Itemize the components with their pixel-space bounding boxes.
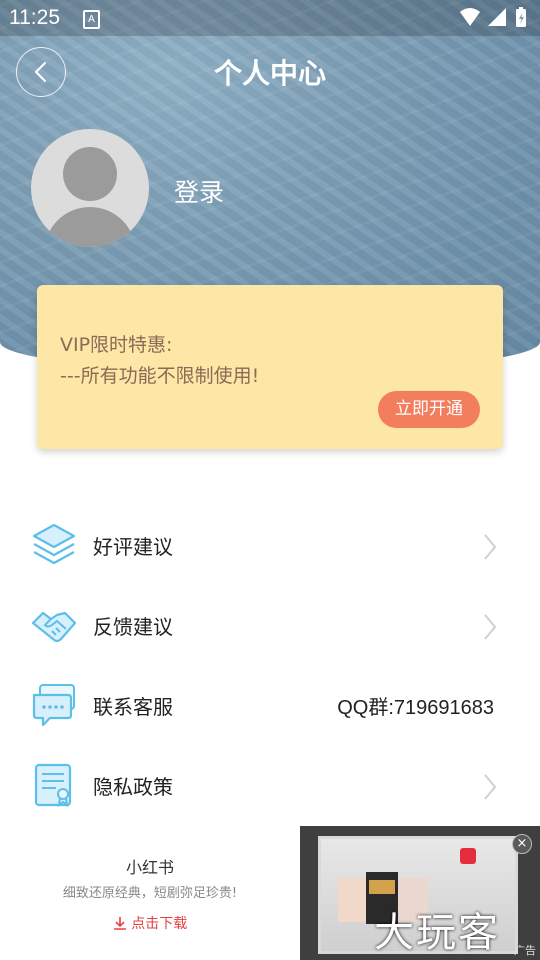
ad-download-link[interactable]: 点击下载 (0, 913, 300, 933)
chevron-right-icon (484, 534, 497, 560)
status-bar: 11:25 A (0, 0, 540, 36)
chevron-right-icon (484, 614, 497, 640)
menu-label: 联系客服 (93, 695, 173, 719)
wifi-icon (460, 8, 480, 26)
menu-item-customer-service[interactable]: 联系客服 QQ群:719691683 (0, 665, 540, 745)
chat-bubble-icon (32, 684, 75, 727)
menu-item-feedback[interactable]: 反馈建议 (0, 585, 540, 665)
ad-poster (338, 878, 366, 922)
chevron-right-icon (484, 774, 497, 800)
ad-image[interactable]: 大玩客 × 广告 (300, 826, 540, 960)
signal-icon (488, 8, 506, 26)
battery-icon (516, 7, 526, 27)
close-icon[interactable]: × (512, 834, 532, 854)
status-time: 11:25 (9, 6, 60, 29)
menu-item-privacy[interactable]: 隐私政策 (0, 745, 540, 825)
a-notification-icon: A (83, 10, 100, 29)
ad-app-name: 小红书 (125, 858, 174, 877)
vip-activate-button[interactable]: 立即开通 (378, 391, 480, 428)
avatar-body-shape (44, 207, 136, 247)
vip-subtitle: ---所有功能不限制使用! (60, 365, 260, 387)
layers-icon (32, 523, 76, 565)
menu-label: 隐私政策 (93, 775, 173, 799)
menu-label: 好评建议 (93, 535, 173, 559)
page-title: 个人中心 (213, 57, 326, 90)
system-icons (458, 6, 530, 34)
ad-description: 细致还原经典，短剧弥足珍贵! (62, 886, 238, 901)
watermark: 大玩客 (374, 910, 500, 956)
menu-item-rating[interactable]: 好评建议 (0, 505, 540, 585)
ad-download-label: 点击下载 (131, 916, 188, 932)
vip-card: VIP限时特惠: ---所有功能不限制使用! 立即开通 (37, 285, 503, 449)
login-link[interactable]: 登录 (174, 173, 224, 209)
menu-label: 反馈建议 (93, 615, 173, 639)
ad-tag: 广告 (514, 944, 536, 957)
ad-banner-text[interactable]: 小红书 细致还原经典，短剧弥足珍贵! 点击下载 (0, 826, 300, 960)
handshake-icon (31, 611, 77, 643)
avatar-head-shape (63, 147, 117, 201)
vip-title: VIP限时特惠: (60, 334, 173, 356)
document-icon (34, 763, 72, 808)
qq-group-number: QQ群:719691683 (337, 697, 494, 719)
avatar[interactable] (31, 129, 149, 247)
download-icon (113, 917, 126, 930)
app-logo-icon (460, 848, 476, 864)
